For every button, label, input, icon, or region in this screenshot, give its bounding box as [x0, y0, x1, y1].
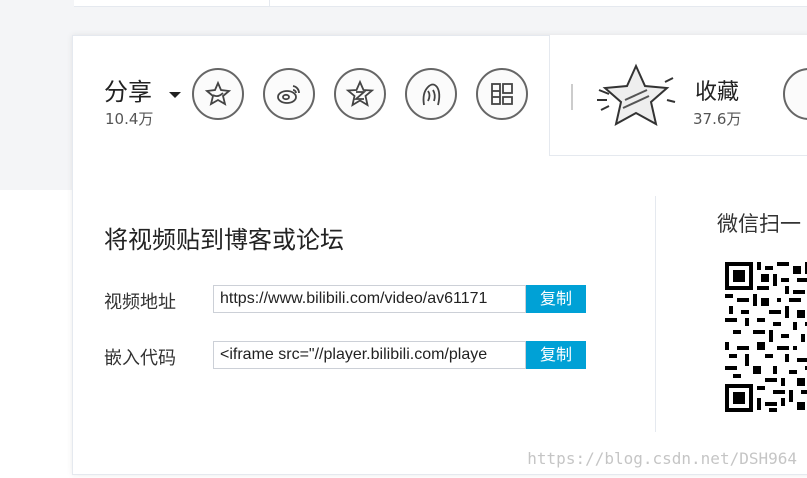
- qzone-star-icon[interactable]: [192, 68, 244, 120]
- favorite-tab: [549, 35, 807, 156]
- copy-video-url-button[interactable]: 复制: [526, 285, 586, 313]
- embed-code-label: 嵌入代码: [104, 348, 176, 369]
- section-divider: [655, 196, 656, 432]
- wechat-qr-code: [725, 262, 807, 412]
- share-panel: 分享 10.4万 收藏 37.6万 将视频贴到博客或论坛 视频地址 https:…: [72, 35, 807, 475]
- chevron-down-icon[interactable]: [169, 92, 181, 98]
- favorite-separator: [571, 84, 573, 110]
- weibo-icon[interactable]: [263, 68, 315, 120]
- star-favorite-icon[interactable]: [595, 60, 677, 130]
- top-divider: [269, 0, 270, 6]
- embed-code-field[interactable]: <iframe src="//player.bilibili.com/playe: [213, 341, 526, 369]
- share-header: 分享 10.4万: [73, 36, 549, 154]
- share-title[interactable]: 分享: [104, 72, 152, 107]
- qq-zone-icon[interactable]: [334, 68, 386, 120]
- douban-icon[interactable]: [476, 68, 528, 120]
- tieba-icon[interactable]: [405, 68, 457, 120]
- watermark: https://blog.csdn.net/DSH964: [527, 449, 797, 468]
- embed-section-title: 将视频贴到博客或论坛: [104, 226, 344, 254]
- favorite-label[interactable]: 收藏: [695, 74, 739, 106]
- favorite-count: 37.6万: [693, 110, 742, 128]
- video-url-field[interactable]: https://www.bilibili.com/video/av61171: [213, 285, 526, 313]
- wechat-scan-title: 微信扫一: [717, 212, 801, 236]
- top-strip: [74, 0, 807, 7]
- copy-embed-code-button[interactable]: 复制: [526, 341, 586, 369]
- share-count: 10.4万: [105, 110, 154, 128]
- video-url-label: 视频地址: [104, 292, 176, 313]
